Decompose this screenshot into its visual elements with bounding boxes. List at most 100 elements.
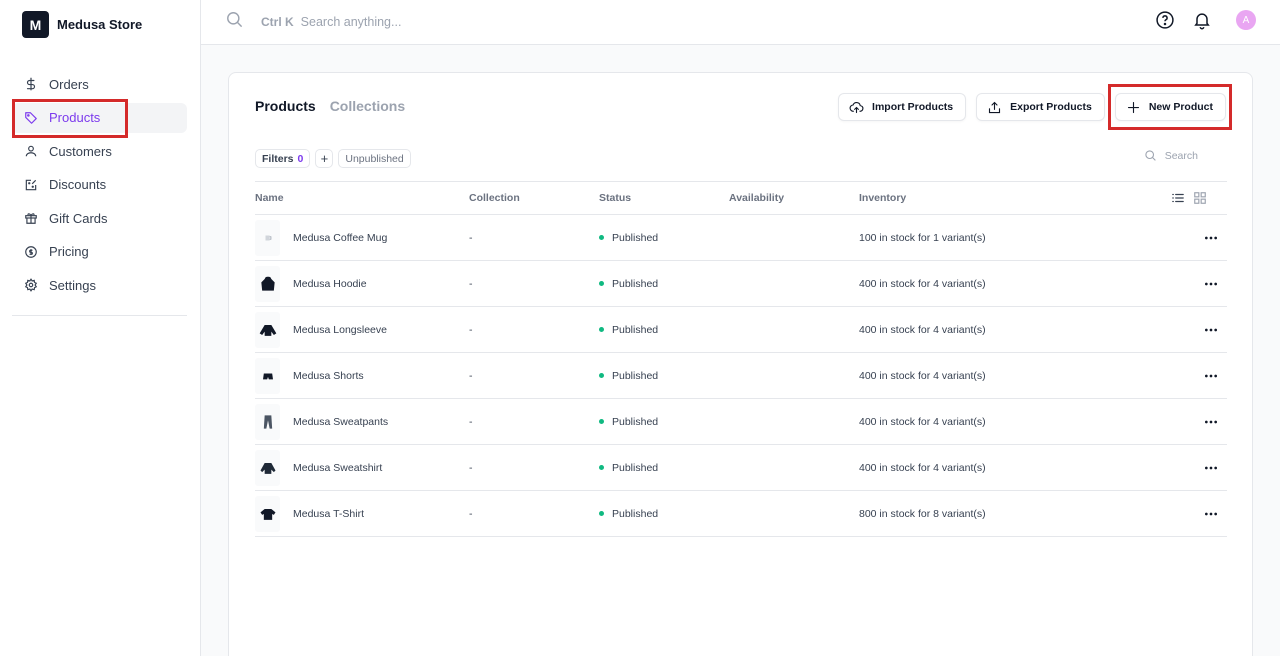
table-row[interactable]: Medusa Shorts - Published 400 in stock f… [255,353,1227,399]
product-collection: - [469,461,473,474]
tabs: Products Collections [255,98,419,114]
status-badge: Published [612,369,659,382]
list-view-icon[interactable] [1171,191,1185,205]
help-icon[interactable] [1155,10,1175,30]
import-products-button[interactable]: Import Products [838,93,967,121]
table-row[interactable]: Medusa Sweatshirt - Published 400 in sto… [255,445,1227,491]
grid-view-icon[interactable] [1193,191,1207,205]
add-filter-button[interactable]: + [315,149,334,168]
tab-collections[interactable]: Collections [330,98,405,114]
sidebar-item-label: Pricing [49,244,89,259]
more-options-icon[interactable] [1203,322,1219,338]
product-collection: - [469,415,473,428]
pricing-icon [24,245,38,259]
tag-icon [24,111,38,125]
filters-label: Filters [262,152,294,165]
longsleeve-icon [255,311,280,348]
more-options-icon[interactable] [1203,506,1219,522]
table-row[interactable]: Medusa T-Shirt - Published 800 in stock … [255,491,1227,537]
product-name: Medusa Longsleeve [293,323,387,336]
product-inventory: 800 in stock for 8 variant(s) [859,507,986,520]
dollar-icon [24,77,38,91]
filters-button[interactable]: Filters 0 [255,149,311,168]
product-inventory: 400 in stock for 4 variant(s) [859,277,986,290]
new-product-wrapper: New Product [1107,84,1232,130]
tshirt-icon [255,495,280,532]
more-options-icon[interactable] [1203,368,1219,384]
product-inventory: 400 in stock for 4 variant(s) [859,369,986,382]
product-name: Medusa T-Shirt [293,507,365,520]
unpublished-filter-tab[interactable]: Unpublished [338,149,411,168]
avatar[interactable]: A [1236,10,1256,30]
upload-cloud-icon [849,101,864,113]
search-icon [225,10,244,34]
tab-products[interactable]: Products [255,98,316,114]
status-dot [599,281,604,286]
product-collection: - [469,507,473,520]
product-inventory: 400 in stock for 4 variant(s) [859,323,986,336]
table-row[interactable]: Medusa Coffee Mug - Published 100 in sto… [255,215,1227,261]
sidebar-item-settings[interactable]: Settings [12,270,187,300]
table-row[interactable]: Medusa Hoodie - Published 400 in stock f… [255,261,1227,307]
discount-icon [24,178,38,192]
product-name: Medusa Shorts [293,369,364,382]
topbar-actions: A [1138,10,1256,30]
new-product-button[interactable]: New Product [1114,93,1226,121]
sidebar-item-customers[interactable]: Customers [12,136,187,166]
table-row[interactable]: Medusa Longsleeve - Published 400 in sto… [255,307,1227,353]
more-options-icon[interactable] [1203,276,1219,292]
sidebar-item-label: Orders [49,76,89,92]
brand-name: Medusa Store [57,17,143,32]
table-search-placeholder[interactable]: Search [1165,150,1198,162]
bell-icon[interactable] [1192,10,1212,30]
sidebar-item-pricing[interactable]: Pricing [12,237,187,267]
more-options-icon[interactable] [1203,230,1219,246]
action-buttons: Import Products Export Products New Prod… [828,84,1232,130]
export-products-button[interactable]: Export Products [976,93,1105,121]
status-dot [599,235,604,240]
table-row[interactable]: Medusa Sweatpants - Published 400 in sto… [255,399,1227,445]
status-dot [599,373,604,378]
view-toggle [1163,191,1207,205]
filters-bar: Filters 0 + Unpublished [255,149,416,168]
export-products-label: Export Products [1010,101,1092,113]
user-icon [24,144,38,158]
header-inventory: Inventory [859,192,907,204]
product-name: Medusa Sweatshirt [293,461,383,474]
sidebar-item-label: Gift Cards [49,210,108,226]
sidebar-item-label: Settings [49,277,96,293]
new-product-label: New Product [1148,101,1213,113]
filters-count: 0 [297,152,304,165]
gift-icon [24,211,38,225]
more-options-icon[interactable] [1203,414,1219,430]
sidebar-item-gift-cards[interactable]: Gift Cards [12,203,187,233]
status-dot [599,465,604,470]
sidebar-item-discounts[interactable]: Discounts [12,170,187,200]
product-name: Medusa Sweatpants [293,415,389,428]
search-placeholder[interactable]: Search anything... [301,15,402,29]
shorts-icon [255,357,280,394]
sidebar-item-label: Discounts [49,177,107,192]
table-search[interactable]: Search [1144,149,1198,162]
hoodie-icon [255,265,280,302]
header-status: Status [599,192,632,204]
sidebar-item-label: Products [49,110,101,125]
brand-logo: M [22,11,49,38]
search-icon [1145,150,1156,161]
gear-icon [24,278,38,292]
sweatpants-icon [255,403,280,440]
sidebar: M Medusa Store Orders Products Customers [0,0,201,656]
upload-icon [989,101,1001,113]
status-badge: Published [612,507,659,520]
status-dot [599,327,604,332]
brand[interactable]: M Medusa Store [22,11,142,38]
sidebar-item-orders[interactable]: Orders [12,69,187,99]
more-options-icon[interactable] [1203,460,1219,476]
status-badge: Published [612,277,659,290]
product-inventory: 100 in stock for 1 variant(s) [859,231,986,244]
table-header: Name Collection Status Availability Inve… [255,181,1227,215]
global-search[interactable]: Ctrl K Search anything... [225,10,401,34]
sidebar-item-products[interactable]: Products [12,98,187,138]
status-dot [599,419,604,424]
product-collection: - [469,231,473,244]
